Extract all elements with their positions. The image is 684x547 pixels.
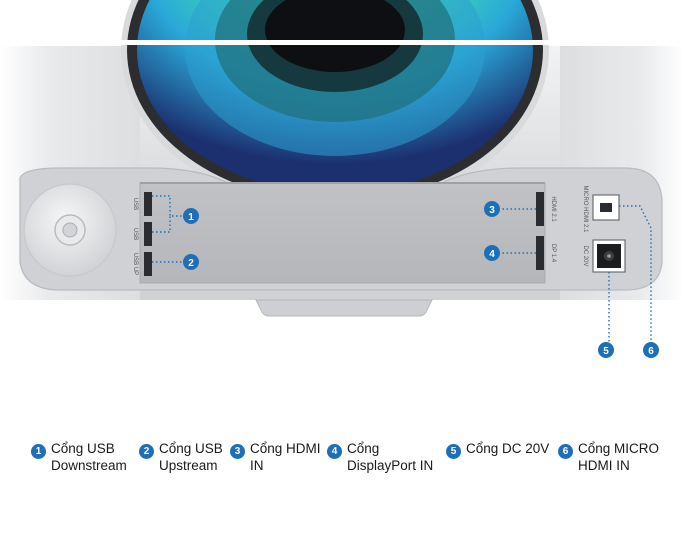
displayport-port <box>536 236 544 270</box>
legend-number: 5 <box>446 444 461 459</box>
legend-item-usb-upstream: 2 Cổng USB Upstream <box>139 440 223 474</box>
callout-6: 6 <box>643 342 659 358</box>
svg-text:1: 1 <box>188 212 194 223</box>
legend-item-hdmi-in: 3 Cổng HDMI IN <box>230 440 321 474</box>
svg-text:4: 4 <box>489 249 495 260</box>
svg-text:5: 5 <box>603 346 609 357</box>
usb-upstream-port <box>144 252 152 276</box>
control-joystick <box>23 183 117 277</box>
legend-label: Cổng HDMI IN <box>250 441 321 473</box>
legend-number: 2 <box>139 444 154 459</box>
usb-bottom-port-label: USB <box>132 228 138 240</box>
legend-item-usb-downstream: 1 Cổng USB Downstream <box>31 440 127 474</box>
legend-label: Cổng USB Upstream <box>159 441 223 473</box>
micro-hdmi-port-label: MICRO HDMI 2.1 <box>582 185 588 233</box>
callout-2: 2 <box>183 254 199 270</box>
stand-neck <box>255 299 433 317</box>
legend-number: 6 <box>558 444 573 459</box>
legend-number: 3 <box>230 444 245 459</box>
hdmi-port-label: HDMI 2.1 <box>550 196 556 222</box>
legend-label: Cổng DisplayPort IN <box>347 441 434 473</box>
legend-item-displayport-in: 4 Cổng DisplayPort IN <box>327 440 433 474</box>
svg-text:3: 3 <box>489 205 495 216</box>
usb-up-port-label: USB UP <box>132 253 138 275</box>
hdmi-port <box>536 192 544 226</box>
legend-label: Cổng USB Downstream <box>51 441 127 473</box>
callout-5: 5 <box>598 342 614 358</box>
legend-item-micro-hdmi-in: 6 Cổng MICRO HDMI IN <box>558 440 659 474</box>
callout-3: 3 <box>484 201 500 217</box>
port-legend: 1 Cổng USB Downstream 2 Cổng USB Upstrea… <box>0 440 684 500</box>
usb-top-port-label: USB <box>132 198 138 210</box>
dc-port-label: DC 20V <box>582 245 588 266</box>
micro-hdmi-port <box>592 194 620 221</box>
legend-item-dc-20v: 5 Cổng DC 20V <box>446 440 549 459</box>
callout-4: 4 <box>484 245 500 261</box>
dp-port-label: DP 1.4 <box>550 244 556 263</box>
legend-number: 1 <box>31 444 46 459</box>
port-panel <box>139 182 546 284</box>
monitor-rear-diagram: USB USB USB UP HDMI 2.1 DP 1.4 MICRO HDM… <box>0 0 684 358</box>
legend-label: Cổng MICRO HDMI IN <box>578 441 660 473</box>
dc-power-port <box>592 239 626 273</box>
callout-1: 1 <box>183 208 199 224</box>
legend-label: Cổng DC 20V <box>466 441 550 456</box>
svg-text:6: 6 <box>648 346 654 357</box>
legend-number: 4 <box>327 444 342 459</box>
svg-text:2: 2 <box>188 258 194 269</box>
